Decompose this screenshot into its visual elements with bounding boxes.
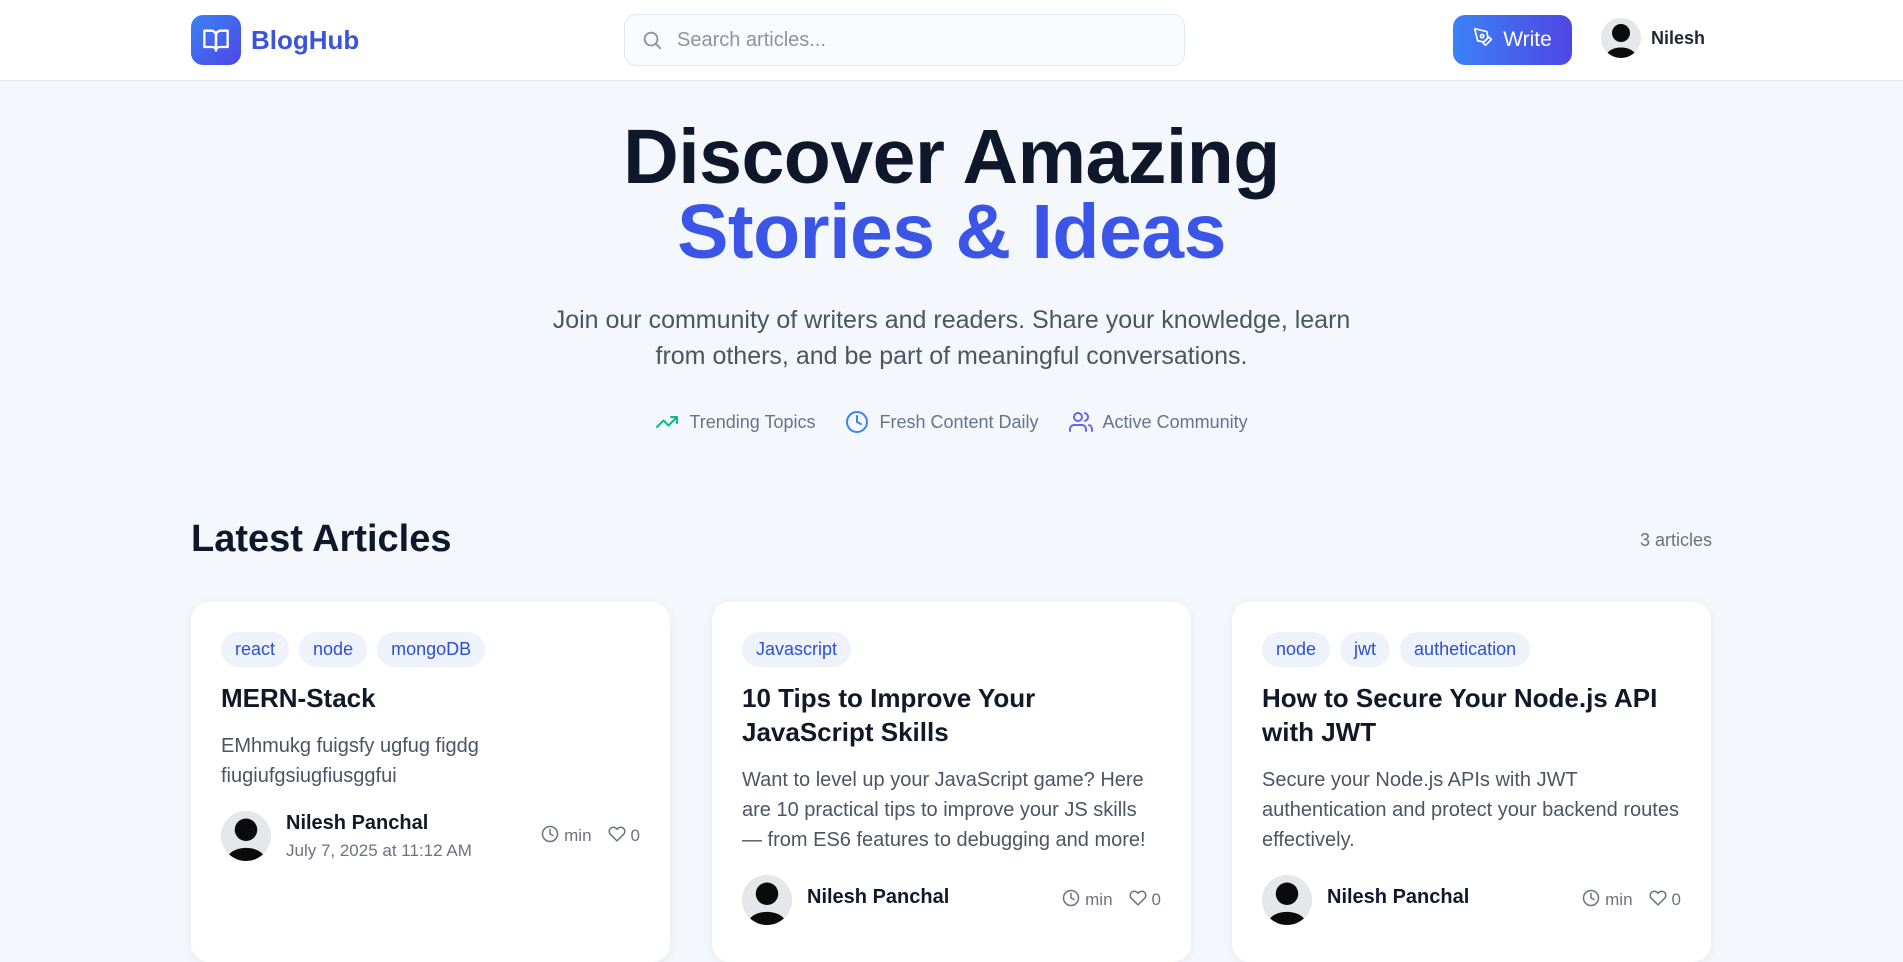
heart-icon bbox=[607, 825, 626, 848]
feature-label: Active Community bbox=[1102, 411, 1248, 432]
user-name: Nilesh bbox=[1651, 27, 1706, 48]
read-time-label: min bbox=[1085, 890, 1113, 909]
article-count: 3 articles bbox=[1639, 530, 1712, 550]
author-name: Nilesh Panchal bbox=[807, 885, 950, 908]
avatar bbox=[1601, 18, 1641, 58]
article-title[interactable]: MERN-Stack bbox=[221, 681, 640, 715]
top-navbar: BlogHub Write Nilesh bbox=[0, 0, 1903, 81]
heart-icon bbox=[1128, 889, 1147, 912]
clock-icon bbox=[541, 825, 559, 848]
tag[interactable]: authetication bbox=[1400, 632, 1531, 667]
article-excerpt: EMhmukg fuigsfy ugfug figdg fiugiufgsiug… bbox=[221, 735, 479, 787]
feature-trending: Trending Topics bbox=[655, 410, 815, 434]
read-time-label: min bbox=[564, 826, 592, 845]
author-name: Nilesh Panchal bbox=[1327, 885, 1470, 908]
like-button[interactable]: 0 bbox=[1128, 889, 1161, 912]
brand-logo-link[interactable]: BlogHub bbox=[191, 15, 359, 65]
trending-up-icon bbox=[655, 410, 679, 434]
article-meta: min 0 bbox=[1582, 889, 1681, 912]
tag[interactable]: react bbox=[221, 632, 290, 667]
tag-list: react node mongoDB bbox=[221, 632, 640, 667]
article-title[interactable]: How to Secure Your Node.js API with JWT bbox=[1262, 681, 1681, 749]
like-button[interactable]: 0 bbox=[607, 825, 640, 848]
read-time: min bbox=[541, 825, 592, 848]
book-open-icon bbox=[191, 15, 241, 65]
article-footer: Nilesh Panchal min 0 bbox=[1262, 875, 1681, 925]
read-time: min bbox=[1062, 889, 1113, 912]
hero-title: Discover Amazing Stories & Ideas bbox=[0, 114, 1903, 275]
article-card[interactable]: react node mongoDB MERN-Stack EMhmukg fu… bbox=[191, 602, 670, 962]
section-title: Latest Articles bbox=[191, 518, 452, 560]
search-bar[interactable] bbox=[624, 14, 1185, 66]
post-date: July 7, 2025 at 11:12 AM bbox=[286, 840, 472, 860]
avatar bbox=[1262, 875, 1312, 925]
like-count: 0 bbox=[1671, 890, 1681, 909]
pen-tool-icon bbox=[1473, 27, 1493, 53]
article-meta: min 0 bbox=[541, 825, 640, 848]
clock-icon bbox=[1582, 889, 1600, 912]
clock-icon bbox=[845, 410, 869, 434]
tag[interactable]: jwt bbox=[1340, 632, 1391, 667]
hero-subtitle: Join our community of writers and reader… bbox=[552, 306, 1351, 370]
like-button[interactable]: 0 bbox=[1648, 889, 1681, 912]
article-meta: min 0 bbox=[1062, 889, 1161, 912]
feature-community: Active Community bbox=[1068, 410, 1248, 434]
tag[interactable]: mongoDB bbox=[377, 632, 486, 667]
users-icon bbox=[1068, 410, 1093, 434]
article-excerpt: Secure your Node.js APIs with JWT authen… bbox=[1262, 769, 1679, 851]
brand-name: BlogHub bbox=[251, 24, 360, 55]
hero-title-line1: Discover Amazing bbox=[623, 114, 1280, 200]
search-input[interactable] bbox=[677, 28, 1157, 52]
search-icon bbox=[641, 29, 663, 51]
article-footer: Nilesh Panchal July 7, 2025 at 11:12 AM … bbox=[221, 811, 640, 861]
feature-label: Fresh Content Daily bbox=[879, 411, 1039, 432]
hero-features: Trending Topics Fresh Content Daily Acti… bbox=[0, 410, 1903, 434]
article-title[interactable]: 10 Tips to Improve Your JavaScript Skill… bbox=[742, 681, 1161, 749]
read-time: min bbox=[1582, 889, 1633, 912]
heart-icon bbox=[1648, 889, 1667, 912]
tag-list: Javascript bbox=[742, 632, 1161, 667]
article-card[interactable]: Javascript 10 Tips to Improve Your JavaS… bbox=[712, 602, 1191, 962]
write-button[interactable]: Write bbox=[1453, 15, 1572, 65]
avatar bbox=[221, 811, 271, 861]
write-button-label: Write bbox=[1503, 28, 1552, 51]
feature-label: Trending Topics bbox=[689, 411, 816, 432]
like-count: 0 bbox=[630, 826, 640, 845]
tag[interactable]: node bbox=[1262, 632, 1331, 667]
article-card[interactable]: node jwt authetication How to Secure You… bbox=[1232, 602, 1711, 962]
clock-icon bbox=[1062, 889, 1080, 912]
tag-list: node jwt authetication bbox=[1262, 632, 1681, 667]
feature-fresh-content: Fresh Content Daily bbox=[845, 410, 1039, 434]
hero-title-line2: Stories & Ideas bbox=[677, 189, 1226, 275]
like-count: 0 bbox=[1151, 890, 1161, 909]
tag[interactable]: node bbox=[299, 632, 368, 667]
author-name: Nilesh Panchal bbox=[286, 811, 429, 834]
avatar bbox=[742, 875, 792, 925]
article-footer: Nilesh Panchal min 0 bbox=[742, 875, 1161, 925]
tag[interactable]: Javascript bbox=[742, 632, 852, 667]
user-menu[interactable]: Nilesh bbox=[1601, 18, 1705, 58]
article-excerpt: Want to level up your JavaScript game? H… bbox=[742, 769, 1146, 851]
read-time-label: min bbox=[1605, 890, 1633, 909]
